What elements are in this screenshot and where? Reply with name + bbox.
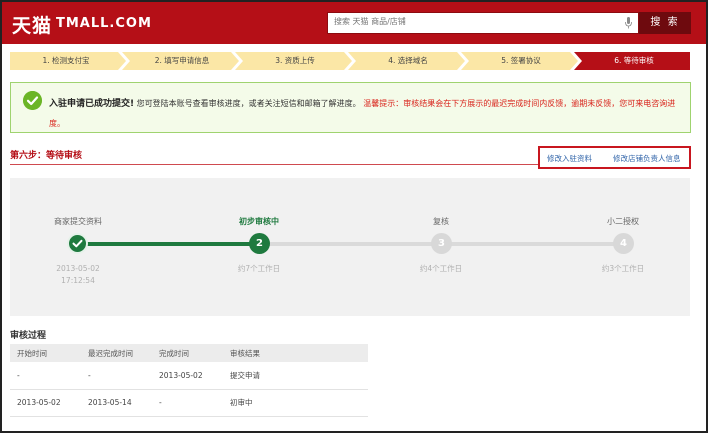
check-icon <box>72 239 83 248</box>
microphone-icon[interactable] <box>625 17 632 29</box>
review-progress-panel: 商家提交资料 初步审核中 复核 小二授权 2 3 4 2013-05-02 17… <box>10 178 690 316</box>
table-cell: - <box>152 389 223 417</box>
progress-node-4: 4 <box>613 233 634 254</box>
tmall-logo-cn[interactable]: 天猫 <box>12 11 52 38</box>
progress-sub-submit-time: 17:12:54 <box>61 276 95 285</box>
table-cell: 初审中 <box>223 389 368 417</box>
progress-line-complete <box>78 242 260 246</box>
col-completed-time: 完成时间 <box>152 344 223 362</box>
site-header: 天猫 TMALL.COM 搜 索 <box>2 2 706 44</box>
progress-sub-recheck: 约4个工作日 <box>419 264 463 273</box>
modify-info-link[interactable]: 修改入驻资料 <box>547 153 592 164</box>
progress-label-recheck: 复核 <box>433 217 449 226</box>
progress-sub-authorize: 约3个工作日 <box>601 264 645 273</box>
table-cell: - <box>81 362 152 390</box>
section-divider <box>10 164 538 165</box>
table-cell: 提交申请 <box>223 362 368 390</box>
success-notice: 入驻申请已成功提交! 您可登陆本账号查看审核进度，或者关注短信和邮箱了解进度。 … <box>10 82 691 133</box>
review-process-title: 审核过程 <box>10 331 47 341</box>
table-row: 2013-05-02 2013-05-14 - 初审中 <box>10 389 368 417</box>
step-1: 1. 检测支付宝 <box>42 56 90 65</box>
review-process-table: 开始时间 最迟完成时间 完成时间 审核结果 - - 2013-05-02 提交申… <box>10 344 368 417</box>
step-6-active: 6. 等待审核 <box>614 56 654 65</box>
search-input[interactable] <box>334 17 614 26</box>
table-cell: - <box>10 362 81 390</box>
progress-label-initial-review: 初步审核中 <box>239 217 279 226</box>
table-cell: 2013-05-02 <box>10 389 81 417</box>
table-header-row: 开始时间 最迟完成时间 完成时间 审核结果 <box>10 344 368 362</box>
step-3: 3. 资质上传 <box>275 56 315 65</box>
progress-node-3: 3 <box>431 233 452 254</box>
progress-label-submit: 商家提交资料 <box>54 217 102 226</box>
progress-sub-submit-date: 2013-05-02 <box>56 264 100 273</box>
notice-title: 入驻申请已成功提交! <box>49 99 135 109</box>
modify-owner-link[interactable]: 修改店铺负责人信息 <box>613 153 681 164</box>
tmall-logo-en[interactable]: TMALL.COM <box>56 16 152 31</box>
col-start-time: 开始时间 <box>10 344 81 362</box>
step-4: 4. 选择域名 <box>388 56 428 65</box>
col-result: 审核结果 <box>223 344 368 362</box>
section-title: 第六步：等待审核 <box>10 151 83 161</box>
notice-text: 入驻申请已成功提交! 您可登陆本账号查看审核进度，或者关注短信和邮箱了解进度。 … <box>49 94 684 133</box>
step-progress-bar: 1. 检测支付宝 2. 填写申请信息 3. 资质上传 4. 选择域名 5. 签署… <box>10 52 690 70</box>
progress-label-authorize: 小二授权 <box>607 217 639 226</box>
search-box <box>327 12 639 34</box>
progress-node-2: 2 <box>249 233 270 254</box>
notice-body: 您可登陆本账号查看审核进度，或者关注短信和邮箱了解进度。 <box>136 99 361 108</box>
progress-node-1 <box>67 233 88 254</box>
table-cell: 2013-05-14 <box>81 389 152 417</box>
modify-links-box: 修改入驻资料 修改店铺负责人信息 <box>538 146 691 169</box>
check-circle-icon <box>23 91 42 110</box>
progress-sub-initial-review: 约7个工作日 <box>237 264 281 273</box>
table-cell: 2013-05-02 <box>152 362 223 390</box>
col-deadline: 最迟完成时间 <box>81 344 152 362</box>
step-2: 2. 填写申请信息 <box>154 56 210 65</box>
search-button[interactable]: 搜 索 <box>639 12 691 34</box>
table-row: - - 2013-05-02 提交申请 <box>10 362 368 390</box>
step-5: 5. 签署协议 <box>501 56 541 65</box>
